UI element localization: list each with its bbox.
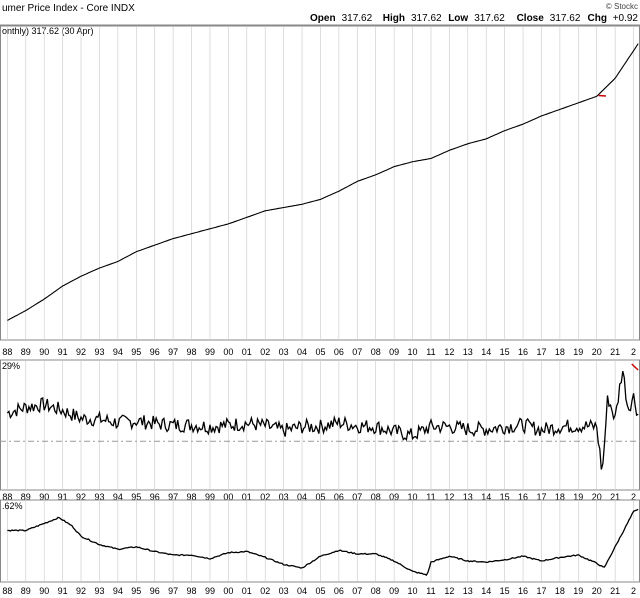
x-tick-label: 95 bbox=[131, 347, 141, 357]
highlight-segment bbox=[631, 363, 639, 371]
x-tick-label: 96 bbox=[150, 347, 160, 357]
ohlc-label: Chg bbox=[588, 13, 607, 24]
ohlc-label: Open bbox=[310, 13, 336, 24]
x-tick-label: 07 bbox=[352, 586, 362, 596]
x-tick-label: 19 bbox=[573, 347, 583, 357]
x-tick-label: 2 bbox=[631, 347, 636, 357]
x-tick-label: 88 bbox=[2, 347, 12, 357]
ohlc-value: 317.62 bbox=[550, 13, 581, 24]
x-tick-label: 13 bbox=[463, 347, 473, 357]
series-line bbox=[7, 43, 639, 321]
x-tick-label: 01 bbox=[242, 586, 252, 596]
yearly-change-panel: 88 89 90 91 92 93 94 95 96 97 98 99 00 01 02 03 04 05 06 07… bbox=[0, 499, 640, 596]
x-tick-label: 02 bbox=[260, 586, 270, 596]
x-tick-label: 93 bbox=[94, 586, 104, 596]
x-tick-label: 98 bbox=[187, 586, 197, 596]
x-tick-label: 18 bbox=[555, 347, 565, 357]
series-line bbox=[6, 370, 639, 470]
x-tick-label: 11 bbox=[426, 347, 435, 357]
panel-frame bbox=[0, 25, 640, 341]
x-tick-label: 06 bbox=[334, 347, 344, 357]
x-tick-label: 03 bbox=[279, 586, 289, 596]
x-tick-label: 93 bbox=[94, 347, 104, 357]
x-tick-label: 88 bbox=[2, 586, 12, 596]
copyright-text: © Stockc bbox=[606, 2, 638, 11]
x-tick-label: 15 bbox=[500, 347, 510, 357]
x-tick-label: 09 bbox=[389, 347, 399, 357]
x-tick-label: 09 bbox=[389, 586, 399, 596]
x-tick-label: 12 bbox=[444, 347, 454, 357]
x-tick-label: 94 bbox=[113, 586, 123, 596]
x-tick-label: 97 bbox=[168, 347, 178, 357]
x-tick-label: 99 bbox=[205, 347, 215, 357]
x-tick-label: 16 bbox=[518, 586, 528, 596]
x-tick-label: 11 bbox=[426, 586, 435, 596]
x-tick-label: 13 bbox=[463, 586, 473, 596]
x-tick-label: 19 bbox=[573, 586, 583, 596]
ohlc-label: Close bbox=[517, 13, 545, 24]
x-tick-label: 20 bbox=[592, 347, 602, 357]
x-tick-label: 12 bbox=[444, 586, 454, 596]
x-tick-label: 98 bbox=[187, 347, 197, 357]
panel3-label: .62% bbox=[2, 501, 23, 511]
x-tick-label: 20 bbox=[592, 586, 602, 596]
chart-title: umer Price Index - Core INDX bbox=[2, 3, 135, 14]
x-tick-label: 05 bbox=[315, 586, 325, 596]
x-tick-label: 90 bbox=[39, 347, 49, 357]
x-tick-label: 00 bbox=[223, 347, 233, 357]
x-tick-label: 17 bbox=[536, 347, 546, 357]
x-tick-label: 15 bbox=[500, 586, 510, 596]
ohlc-value: +0.92 bbox=[613, 13, 639, 24]
x-tick-label: 07 bbox=[352, 347, 362, 357]
x-tick-label: 14 bbox=[481, 586, 491, 596]
x-tick-label: 10 bbox=[408, 347, 418, 357]
x-tick-label: 92 bbox=[76, 586, 86, 596]
x-tick-label: 18 bbox=[555, 586, 565, 596]
x-tick-label: 16 bbox=[518, 347, 528, 357]
x-tick-label: 99 bbox=[205, 586, 215, 596]
panel2-label: 29% bbox=[2, 361, 20, 371]
ohlc-value: 317.62 bbox=[474, 13, 505, 24]
x-tick-label: 90 bbox=[39, 586, 49, 596]
x-tick-label: 06 bbox=[334, 586, 344, 596]
ohlc-label: Low bbox=[448, 13, 468, 24]
ohlc-value: 317.62 bbox=[342, 13, 373, 24]
x-tick-label: 14 bbox=[481, 347, 491, 357]
x-tick-label: 10 bbox=[408, 586, 418, 596]
x-tick-label: 04 bbox=[297, 347, 307, 357]
x-tick-label: 03 bbox=[279, 347, 289, 357]
x-tick-label: 04 bbox=[297, 586, 307, 596]
x-tick-label: 92 bbox=[76, 347, 86, 357]
ohlc-value: 317.62 bbox=[411, 13, 442, 24]
x-tick-label: 05 bbox=[315, 347, 325, 357]
x-tick-label: 2 bbox=[631, 586, 636, 596]
x-tick-label: 95 bbox=[131, 586, 141, 596]
series-line bbox=[7, 508, 639, 576]
ohlc-readout: +0.92 Chg 317.62 Close 317.62 Low 317.62 High 31… bbox=[310, 13, 638, 24]
x-tick-label: 08 bbox=[371, 586, 381, 596]
x-tick-label: 91 bbox=[58, 347, 68, 357]
x-tick-label: 21 bbox=[610, 347, 620, 357]
x-tick-label: 21 bbox=[610, 586, 620, 596]
x-tick-label: 01 bbox=[242, 347, 252, 357]
x-tick-label: 89 bbox=[21, 347, 31, 357]
x-tick-label: 94 bbox=[113, 347, 123, 357]
x-tick-label: 91 bbox=[58, 586, 68, 596]
legend-text: onthly) 317.62 (30 Apr) bbox=[2, 26, 94, 36]
monthly-change-panel: 88 89 90 91 92 93 94 95 96 97 98 99 00 01 02 03 04 05 06 07… bbox=[0, 359, 640, 502]
panel-frame bbox=[0, 499, 640, 583]
x-tick-label: 97 bbox=[168, 586, 178, 596]
x-tick-label: 17 bbox=[536, 586, 546, 596]
x-tick-label: 02 bbox=[260, 347, 270, 357]
ohlc-label: High bbox=[383, 13, 405, 24]
x-tick-label: 08 bbox=[371, 347, 381, 357]
chart-svg: umer Price Index - Core INDX © Stockc +0… bbox=[0, 2, 640, 596]
price-panel: 88 89 90 91 92 93 94 95 96 97 98 99 00 01 02 03 04 05 06 07… bbox=[0, 25, 640, 357]
x-tick-label: 00 bbox=[223, 586, 233, 596]
x-tick-label: 89 bbox=[21, 586, 31, 596]
x-tick-label: 96 bbox=[150, 586, 160, 596]
